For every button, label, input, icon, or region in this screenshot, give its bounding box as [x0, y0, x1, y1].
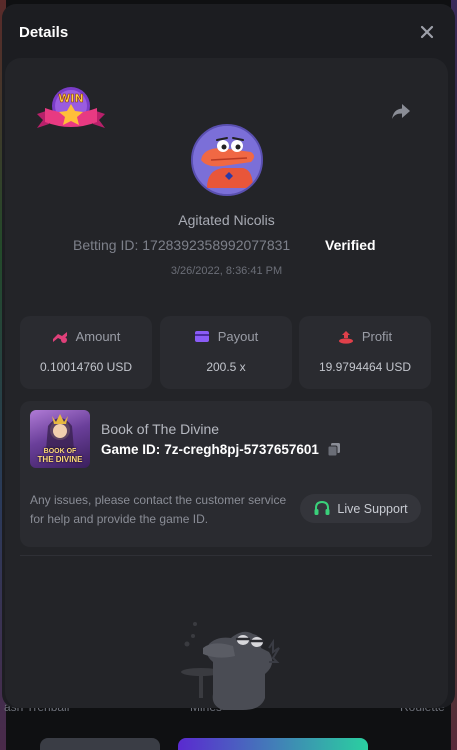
stat-profit: Profit 19.9794464 USD — [299, 316, 431, 389]
stat-amount: Amount 0.10014760 USD — [20, 316, 152, 389]
background-bottom-tab-active — [178, 738, 368, 750]
divider — [20, 555, 432, 556]
modal-title: Details — [19, 23, 69, 41]
support-text: Any issues, please contact the customer … — [30, 493, 287, 526]
headset-icon — [314, 500, 330, 515]
background-bottom-tab — [40, 738, 160, 750]
win-badge-icon: WIN — [37, 87, 105, 128]
bet-timestamp: 3/26/2022, 8:36:41 PM — [170, 265, 283, 277]
betting-id-value: 1728392358992077831 — [142, 237, 291, 253]
close-button[interactable] — [417, 22, 437, 42]
stat-profit-label: Profit — [361, 329, 393, 344]
profit-icon — [338, 330, 353, 344]
live-support-button[interactable]: Live Support — [300, 494, 421, 523]
bet-details-panel: WIN Agitated Nicolis Betting ID: 1728392… — [5, 58, 448, 710]
crocodile-avatar-icon — [193, 126, 261, 194]
share-icon — [392, 104, 410, 119]
betting-id-row: Betting ID: 1728392358992077831 — [73, 237, 290, 253]
game-thumbnail[interactable]: BOOK OF THE DIVINE — [30, 410, 90, 468]
crocodile-mascot-icon — [181, 622, 280, 710]
card-icon — [194, 331, 209, 342]
stat-amount-label: Amount — [75, 329, 121, 344]
game-info-card: BOOK OF THE DIVINE Book of The Divine Ga… — [20, 401, 432, 547]
game-id-label: Game ID: — [101, 442, 161, 457]
avatar — [191, 124, 263, 196]
live-support-label: Live Support — [337, 501, 408, 516]
stat-payout-value: 200.5 x — [206, 360, 246, 374]
coins-icon — [52, 331, 67, 343]
game-thumb-title-2: THE DIVINE — [37, 455, 83, 464]
share-button[interactable] — [390, 100, 412, 122]
win-badge-text: WIN — [58, 92, 83, 105]
betting-id-label: Betting ID: — [73, 237, 139, 253]
copy-icon[interactable] — [327, 442, 341, 457]
user-name: Agitated Nicolis — [178, 212, 275, 228]
game-id-row: Game ID: 7z-cregh8pj-5737657601 — [101, 442, 341, 457]
stat-payout: Payout 200.5 x — [160, 316, 292, 389]
verified-badge: Verified — [325, 237, 376, 253]
game-name[interactable]: Book of The Divine — [101, 421, 219, 437]
modal-header: Details — [2, 4, 455, 60]
close-icon — [420, 25, 434, 39]
game-id-value: 7z-cregh8pj-5737657601 — [164, 442, 319, 457]
stat-amount-value: 0.10014760 USD — [39, 360, 133, 374]
stat-payout-label: Payout — [217, 329, 259, 344]
stat-profit-value: 19.9794464 USD — [318, 360, 412, 374]
